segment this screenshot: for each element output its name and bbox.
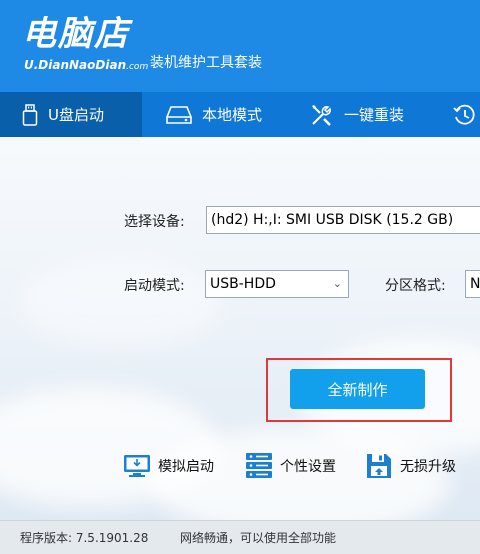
usb-drive-icon <box>22 103 38 126</box>
partition-format-select[interactable]: N <box>465 270 480 298</box>
tab-local-mode-label: 本地模式 <box>202 106 263 124</box>
app-header: 电脑店 U.DianNaoDian.com 装机维护工具套装 <box>0 0 480 92</box>
partition-format-label: 分区格式: <box>385 278 446 294</box>
chevron-down-icon: ⌄ <box>332 277 342 290</box>
device-label: 选择设备: <box>124 214 185 230</box>
tab-one-key-reinstall-label: 一键重装 <box>344 106 405 124</box>
tools-icon <box>312 104 331 126</box>
boot-mode-select-value: USB-HDD <box>210 276 276 292</box>
version-text: 程序版本: 7.5.1901.28 <box>20 531 149 545</box>
hard-drive-icon <box>166 105 192 124</box>
boot-mode-select[interactable]: USB-HDD ⌄ <box>205 270 349 298</box>
simulate-boot-button[interactable]: 模拟启动 <box>122 449 214 483</box>
simulate-boot-label: 模拟启动 <box>158 459 214 475</box>
logo-url: U.DianNaoDian.com <box>24 58 148 72</box>
main-panel: 选择设备: (hd2) H:,I: SMI USB DISK (15.2 GB)… <box>0 137 480 520</box>
create-new-button[interactable]: 全新制作 <box>290 369 425 409</box>
server-settings-icon <box>246 453 272 478</box>
device-select-value: (hd2) H:,I: SMI USB DISK (15.2 GB) <box>211 212 454 228</box>
tab-one-key-reinstall[interactable]: 一键重装 <box>310 92 404 137</box>
lossless-upgrade-label: 无损升级 <box>400 459 456 475</box>
personal-settings-button[interactable]: 个性设置 <box>244 449 336 483</box>
simulate-boot-icon <box>124 455 150 477</box>
tab-usb-boot-label: U盘启动 <box>48 106 104 124</box>
device-select[interactable]: (hd2) H:,I: SMI USB DISK (15.2 GB) <box>206 206 480 234</box>
tab-usb-boot[interactable]: U盘启动 <box>0 92 142 137</box>
upgrade-icon <box>367 454 391 478</box>
logo-url-suffix: .com <box>126 62 149 72</box>
tab-local-mode[interactable]: 本地模式 <box>166 92 262 137</box>
lossless-upgrade-button[interactable]: 无损升级 <box>364 449 456 483</box>
tagline: 装机维护工具套装 <box>150 55 262 71</box>
logo-text: 电脑店 <box>22 14 130 54</box>
tab-history[interactable] <box>452 92 480 137</box>
history-icon <box>453 104 475 125</box>
background-cloud <box>20 257 220 347</box>
network-status-text: 网络畅通，可以使用全部功能 <box>180 531 337 545</box>
partition-format-select-value: N <box>470 276 480 292</box>
personal-settings-label: 个性设置 <box>280 459 336 475</box>
boot-mode-label: 启动模式: <box>124 278 185 294</box>
tab-bar: U盘启动 本地模式 一键重装 <box>0 92 480 137</box>
logo-url-domain: U.DianNaoDian <box>24 58 127 72</box>
status-bar: 程序版本: 7.5.1901.28 网络畅通，可以使用全部功能 <box>0 520 480 554</box>
